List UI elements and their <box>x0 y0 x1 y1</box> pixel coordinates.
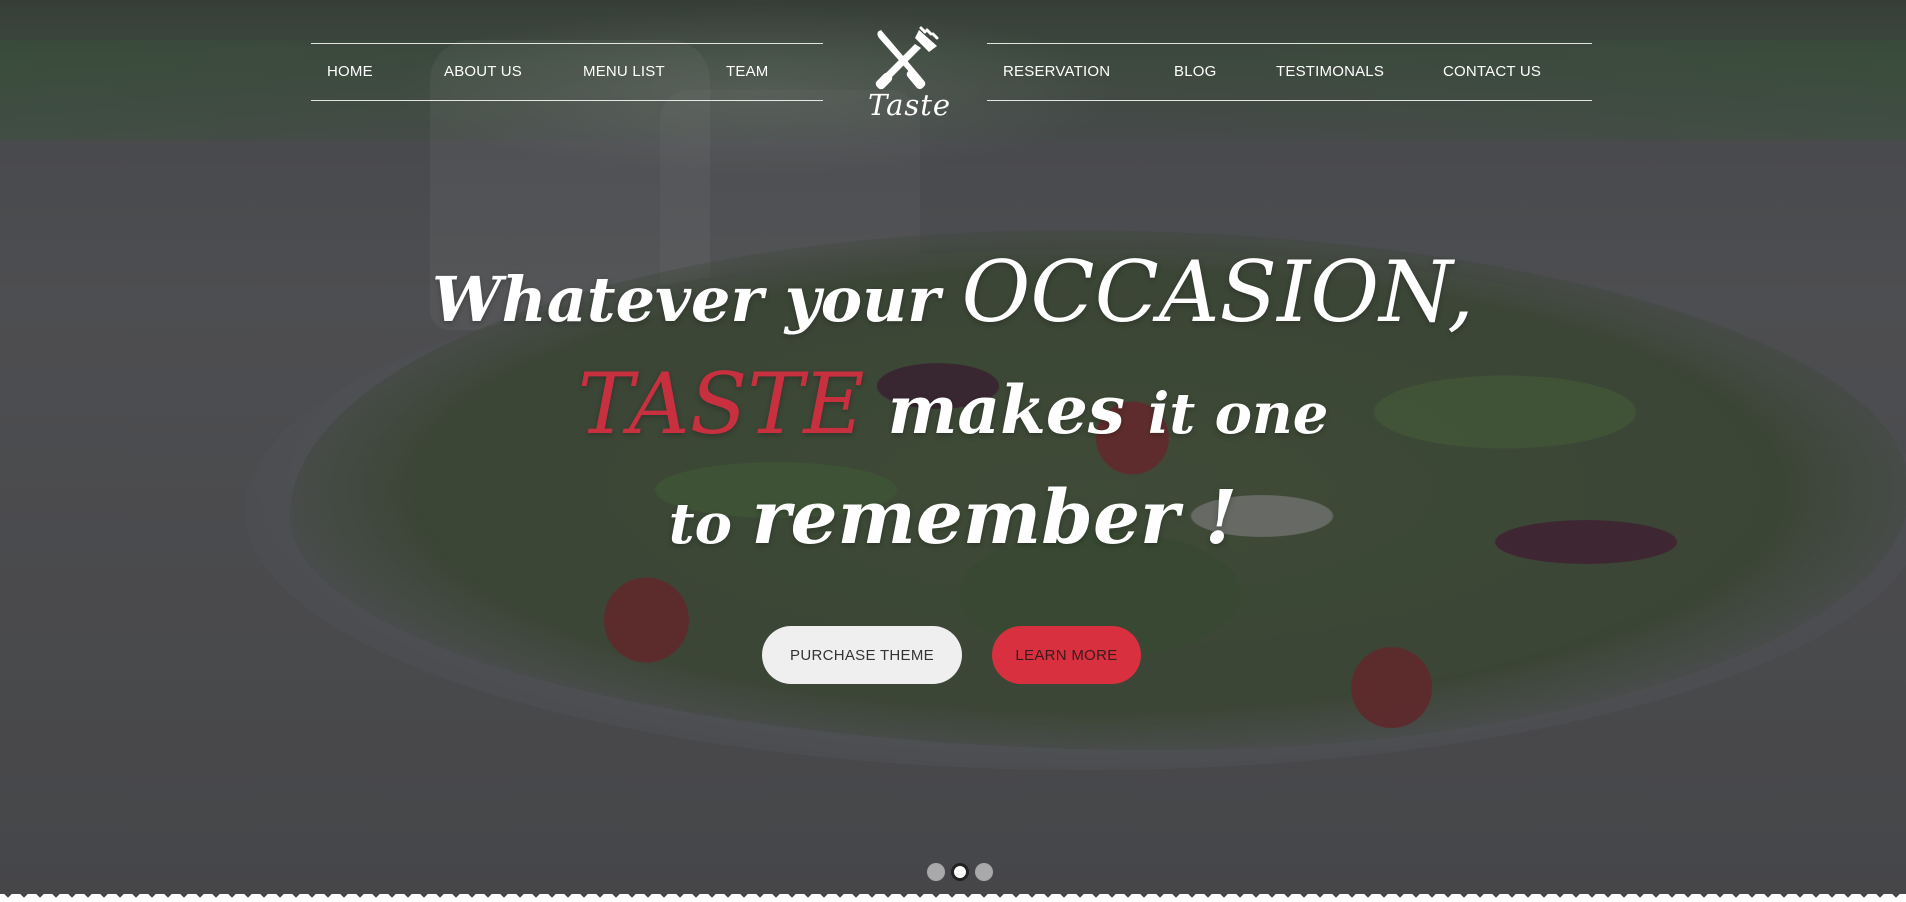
nav-about-us[interactable]: ABOUT US <box>444 63 522 80</box>
zigzag-divider <box>0 894 1906 902</box>
nav-reservation[interactable]: RESERVATION <box>1003 63 1110 80</box>
slider-dot-3[interactable] <box>975 863 993 881</box>
headline-line-2: TASTE makes it one <box>300 352 1606 466</box>
crossed-knife-fork-icon <box>875 26 939 90</box>
logo-text: Taste <box>868 88 952 122</box>
headline-line-3: to remember ! <box>300 466 1606 576</box>
headline-line-1: Whatever your OCCASION, <box>300 240 1606 352</box>
nav-right: RESERVATION BLOG TESTIMONALS CONTACT US <box>987 43 1592 101</box>
slider-dot-2[interactable] <box>951 863 969 881</box>
headline-remember: remember ! <box>751 475 1238 561</box>
headline-taste: TASTE <box>577 355 865 453</box>
headline-it-one: it one <box>1148 381 1329 447</box>
nav-contact-us[interactable]: CONTACT US <box>1443 63 1541 80</box>
site-logo[interactable]: Taste <box>868 26 952 122</box>
nav-blog[interactable]: BLOG <box>1174 63 1216 80</box>
headline-occasion: OCCASION, <box>961 243 1474 341</box>
slider-dot-1[interactable] <box>927 863 945 881</box>
nav-testimonals[interactable]: TESTIMONALS <box>1276 63 1384 80</box>
learn-more-button[interactable]: LEARN MORE <box>992 626 1141 684</box>
nav-team[interactable]: TEAM <box>726 63 768 80</box>
hero-headline: Whatever your OCCASION, TASTE makes it o… <box>300 240 1606 576</box>
purchase-theme-button[interactable]: PURCHASE THEME <box>762 626 962 684</box>
headline-to: to <box>668 491 752 557</box>
nav-home[interactable]: HOME <box>327 63 373 80</box>
nav-menu-list[interactable]: MENU LIST <box>583 63 665 80</box>
headline-makes: makes <box>864 371 1149 449</box>
nav-left: HOME ABOUT US MENU LIST TEAM <box>311 43 823 101</box>
headline-line-1-text: Whatever your <box>432 263 962 336</box>
